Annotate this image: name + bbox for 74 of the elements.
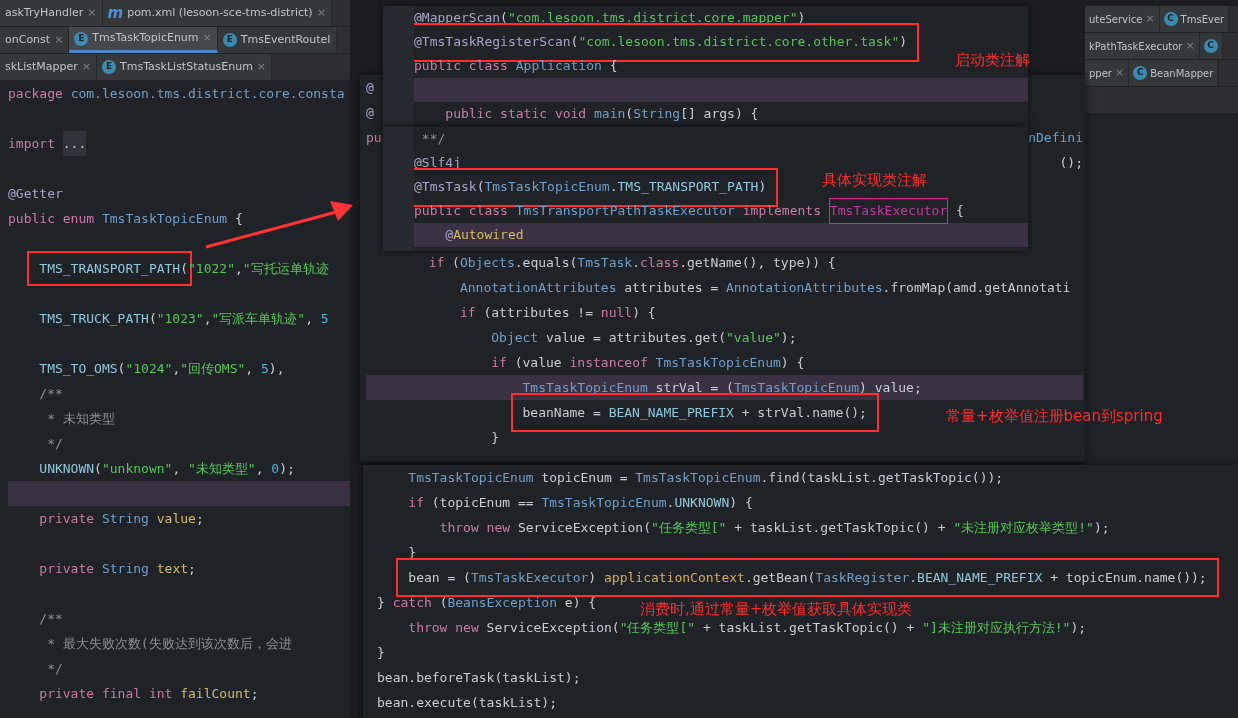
code-line: /** [39, 610, 63, 628]
code-line: nDefini [1028, 129, 1083, 147]
tab-label: TmsEver [1180, 12, 1225, 27]
code-line: TmsTaskTopicEnum topicEnum = TmsTaskTopicEnum.find(taskList.getTaskTopic()); [408, 469, 1004, 487]
editor-tab[interactable]: kPathTaskExecutor × [1085, 33, 1200, 59]
code-line: if (value instanceof TmsTaskTopicEnum) { [491, 354, 805, 372]
annotation-note: 启动类注解 [955, 50, 1030, 71]
code-line: if (Objects.equals(TmsTask.class.getName(), type)) { [428, 254, 836, 272]
code-line: private String text; [39, 560, 196, 578]
tab-label: askTryHandler [5, 4, 84, 21]
code-line: **/ [421, 130, 446, 148]
editor-tab[interactable]: C TmsEver [1159, 6, 1230, 32]
code-line: @Autowired [445, 226, 524, 244]
code-line: package com.lesoon.tms.district.core.consta [8, 85, 345, 103]
code-line: (); [1059, 154, 1083, 172]
tab-label: kPathTaskExecutor [1089, 39, 1183, 54]
code-line: private String value; [39, 510, 204, 528]
tab-label: onConst [5, 31, 51, 48]
code-line: public static void main(String[] args) { [445, 105, 759, 123]
code-line: TMS_TRUCK_PATH("1023","写派车单轨迹", 5 [39, 310, 329, 328]
tab-label: TmsTaskListStatusEnum [120, 58, 253, 75]
editor-tab[interactable]: E TmsTaskListStatusEnum × [97, 54, 273, 80]
tab-label: TmsTaskTopicEnum [92, 30, 199, 47]
file-type-icon: C [1133, 66, 1148, 80]
tab-label: skListMapper [5, 58, 78, 75]
code-line: @ [366, 104, 374, 122]
code-line: public enum TmsTaskTopicEnum { [8, 210, 243, 228]
file-type-icon: C [1163, 12, 1178, 26]
file-type-icon: m [107, 5, 124, 21]
code-line: private final int failCount; [39, 685, 259, 703]
code-line: @ [366, 79, 374, 97]
editor-tab[interactable]: C [1199, 33, 1223, 59]
code-line: * 未知类型 [47, 410, 115, 428]
editor-tab[interactable]: skListMapper × [0, 54, 98, 80]
tab-label: pom.xml (lesoon-sce-tms-district) [127, 4, 313, 21]
tab-label: TmsEventRouteI [240, 31, 331, 48]
code-line: if (attributes != null) { [459, 304, 656, 322]
file-type-icon: C [1203, 39, 1218, 53]
code-line: throw new ServiceException("任务类型[" + taskList.getTaskTopic() + "]未注册对应执行方法!"); [408, 619, 1087, 637]
code-line: import ... [8, 131, 87, 156]
annotation-note: 具体实现类注解 [822, 170, 927, 191]
file-type-icon: E [102, 60, 117, 74]
code-line: */ [47, 435, 63, 453]
code-line: /** [39, 385, 63, 403]
code-line: @Getter [8, 185, 63, 203]
editor-tab[interactable]: onConst × [0, 27, 70, 53]
code-line: } [377, 644, 385, 662]
editor-tab[interactable]: C BeanMapper [1129, 60, 1219, 86]
tab-label: BeanMapper [1150, 66, 1214, 81]
editor-tab[interactable]: uteService × [1085, 6, 1160, 32]
file-type-icon: E [222, 33, 237, 47]
code-line: Object value = attributes.get("value"); [491, 329, 797, 347]
tab-label: uteService [1089, 12, 1143, 27]
annotation-note: 消费时,通过常量+枚举值获取具体实现类 [640, 599, 913, 620]
file-type-icon: E [74, 31, 89, 46]
tab-label: pper [1089, 66, 1112, 81]
editor-tab[interactable]: E TmsTaskTopicEnum × [69, 27, 218, 53]
code-line: if (topicEnum == TmsTaskTopicEnum.UNKNOWN) { [408, 494, 753, 512]
code-line: UNKNOWN("unknown", "未知类型", 0); [39, 460, 295, 478]
code-line: pu [366, 129, 382, 147]
annotation-note: 常量+枚举值注册bean到spring [946, 406, 1163, 427]
code-line: } [491, 429, 500, 447]
code-line: throw new ServiceException("任务类型[" + taskList.getTaskTopic() + "未注册对应枚举类型!"); [439, 519, 1110, 537]
code-line: bean.beforeTask(taskList); [377, 669, 581, 687]
code-line: */ [47, 660, 63, 678]
code-line: bean.execute(taskList); [377, 694, 557, 712]
code-line: * 最大失败次数(失败达到该次数后，会进 [47, 635, 292, 653]
code-line: } catch (BeansException e) { [377, 594, 597, 612]
code-line: AnnotationAttributes attributes = AnnotationAttributes.fromMap(amd.getAnnotati [459, 279, 1071, 297]
editor-tab[interactable]: pper × [1085, 60, 1130, 86]
editor-tab[interactable]: askTryHandler × [0, 0, 103, 26]
code-line: TMS_TO_OMS("1024","回传OMS", 5), [39, 360, 285, 378]
editor-tab[interactable]: m pom.xml (lesoon-sce-tms-district) × [102, 0, 332, 26]
editor-tab[interactable]: E TmsEventRouteI [217, 27, 337, 53]
